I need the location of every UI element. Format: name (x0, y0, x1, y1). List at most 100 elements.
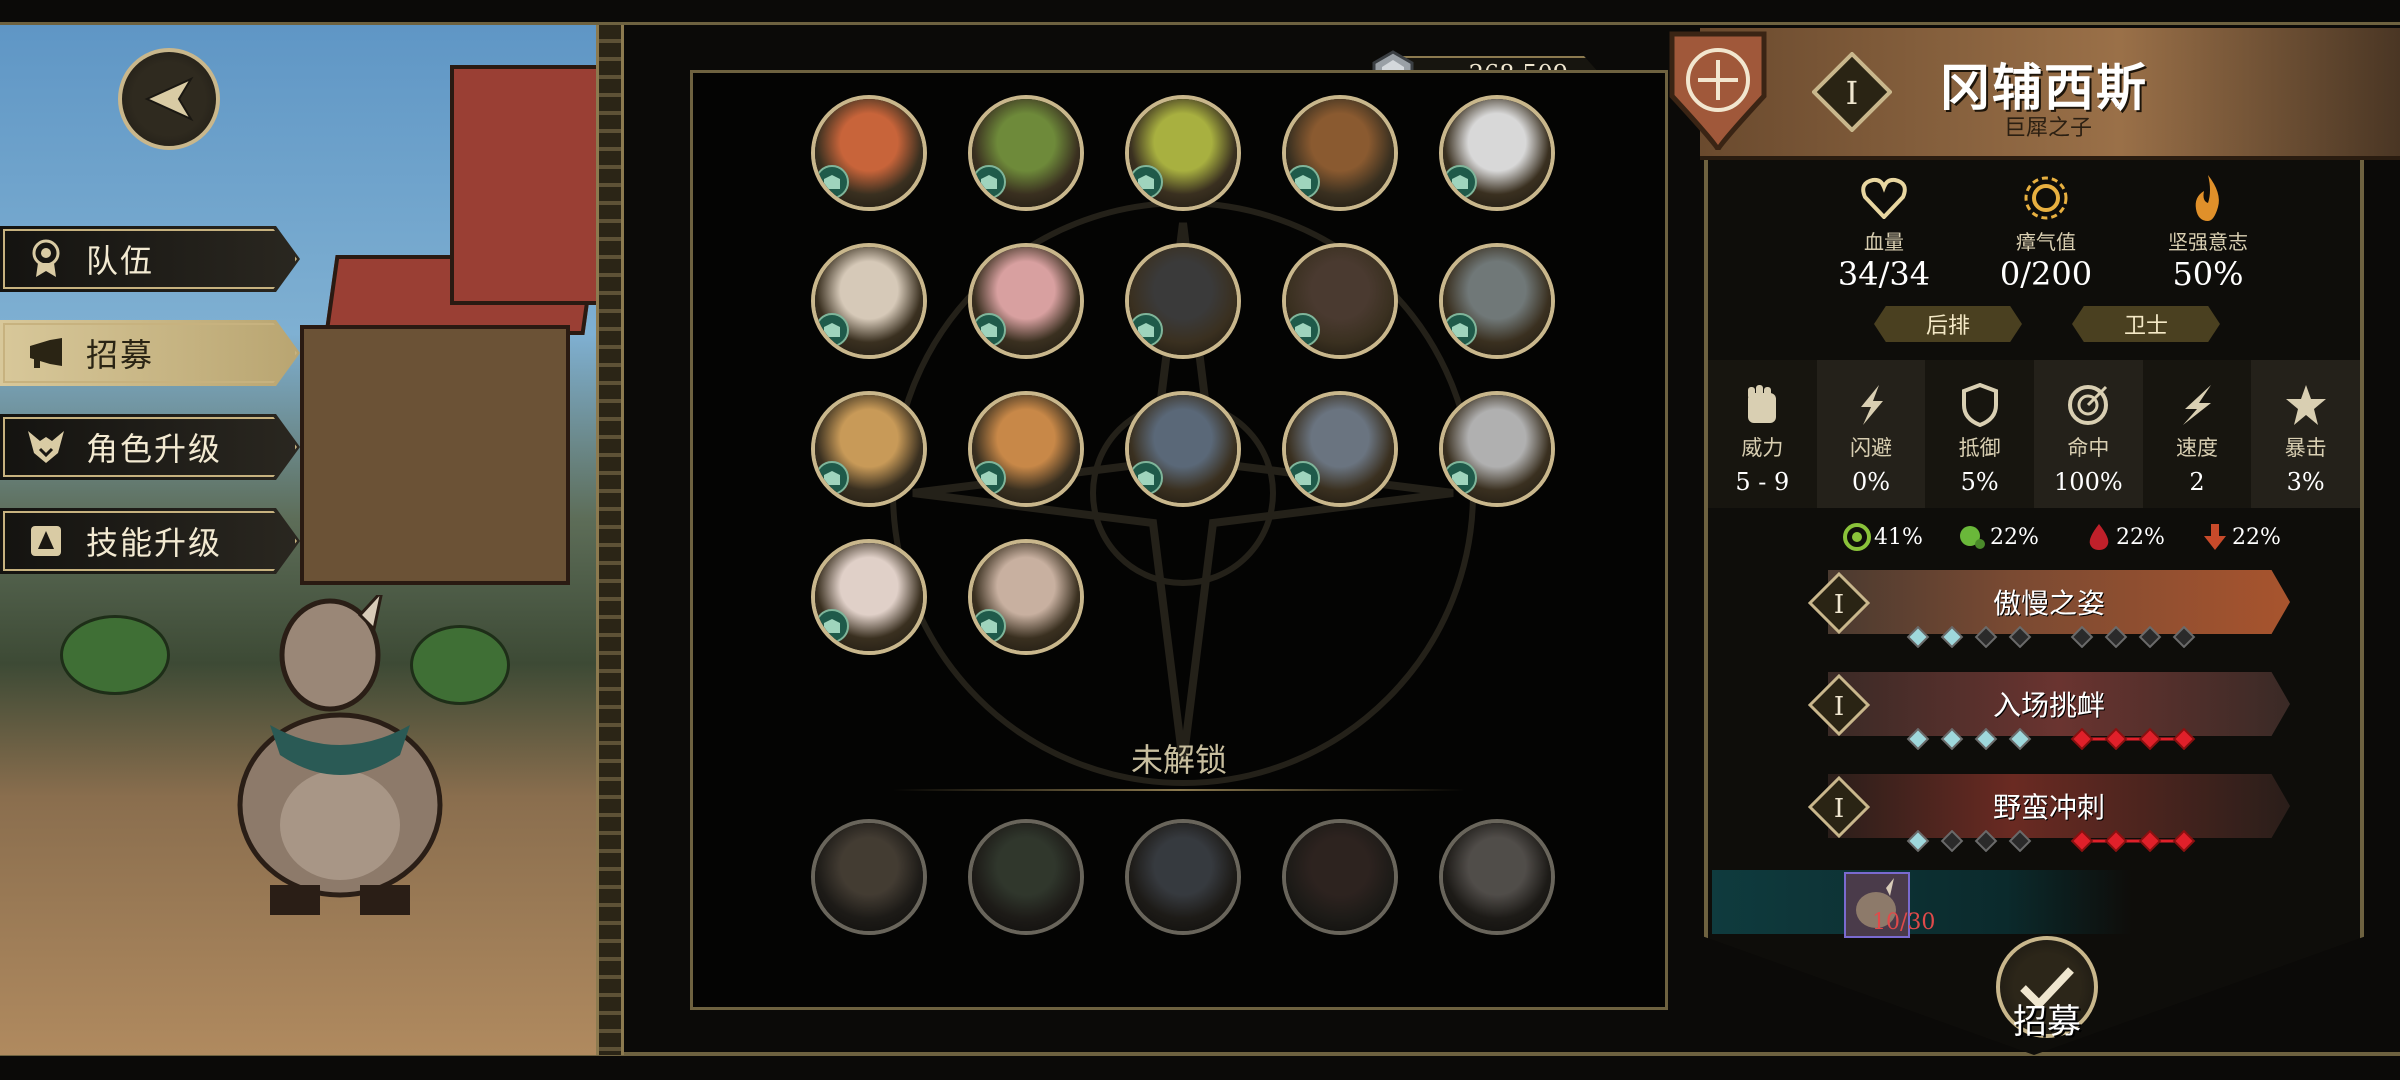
portrait-beret-dog[interactable] (968, 391, 1084, 507)
rosette-icon (26, 239, 66, 279)
rhino-character (237, 595, 443, 915)
recruit-button-label[interactable]: 招募 (1996, 994, 2098, 1043)
unit-count-total: /30 (1900, 910, 1936, 935)
poison-resist-icon (1958, 522, 1988, 552)
stat-hp-value: 34/34 (1837, 255, 1931, 293)
attribute-value: 100% (2054, 468, 2123, 496)
fox-emblem-icon (26, 427, 66, 467)
portrait-lizard[interactable] (968, 95, 1084, 211)
portrait-goggle-mouse[interactable] (811, 391, 927, 507)
target-pip-active (2104, 830, 2128, 852)
attribute-value: 3% (2286, 468, 2325, 496)
target-icon (2034, 382, 2143, 428)
shield-icon (1925, 382, 2034, 428)
attribute-crit: 暴击 3% (2251, 360, 2361, 508)
stat-stress: 瘴气值 0/200 (1966, 170, 2126, 293)
resistance-value: 22% (2116, 524, 2165, 550)
portrait-pig-rogue[interactable] (968, 243, 1084, 359)
back-arrow-icon (144, 76, 194, 122)
recruitable-badge-icon (815, 165, 849, 199)
recruitable-badge-icon (1443, 461, 1477, 495)
crit-star-icon (2251, 382, 2360, 428)
role-tag-class: 卫士 (2072, 306, 2220, 342)
stat-resolve: 坚强意志 50% (2128, 170, 2288, 293)
recruitable-badge-icon (1286, 165, 1320, 199)
roster-panel: 未解锁 (690, 70, 1668, 1010)
locked-section-divider (893, 789, 1465, 791)
recruitable-badge-icon (1443, 165, 1477, 199)
skill-slot-2[interactable]: I 入场挑衅 (1808, 666, 2290, 750)
back-button[interactable] (118, 48, 220, 150)
target-pip-active (2138, 830, 2162, 852)
menu-item-character-upgrade[interactable]: 角色升级 (0, 414, 300, 480)
rank-diamond-icon: I (1812, 52, 1892, 132)
portrait-gray-rat[interactable] (1439, 243, 1555, 359)
menu-item-recruit[interactable]: 招募 (0, 320, 300, 386)
portrait-crow-warrior[interactable] (1282, 819, 1398, 935)
target-pip-inactive (2070, 626, 2094, 648)
portrait-dark-wolf[interactable] (1282, 243, 1398, 359)
skill-name: 入场挑衅 (1992, 689, 2105, 722)
recruitable-badge-icon (1129, 461, 1163, 495)
target-pip-active (2070, 830, 2094, 852)
skill-position-pips (1906, 830, 2196, 852)
portrait-knight-duck[interactable] (811, 243, 927, 359)
recruitable-badge-icon (815, 461, 849, 495)
target-pip-active (2070, 728, 2094, 750)
bleed-resist-icon (2084, 522, 2114, 552)
portrait-rhino-knight[interactable] (1125, 819, 1241, 935)
menu-item-team[interactable]: 队伍 (0, 226, 300, 292)
portrait-armored-rat[interactable] (1125, 391, 1241, 507)
scene-divider (596, 25, 624, 1055)
stat-resolve-value: 50% (2172, 255, 2244, 293)
attribute-dodge: 闪避 0% (1816, 360, 1926, 508)
rank-pip-inactive (2008, 626, 2032, 648)
stun-resist-icon (1842, 522, 1872, 552)
recruitable-badge-icon (972, 165, 1006, 199)
attribute-label: 抵御 (1958, 436, 2001, 460)
skill-slot-1[interactable]: I 傲慢之姿 (1808, 564, 2290, 648)
recruitable-badge-icon (1443, 313, 1477, 347)
rhino-knight-face (1129, 823, 1237, 931)
skill-slot-3[interactable]: I 野蛮冲刺 (1808, 768, 2290, 852)
flame-icon (2128, 170, 2288, 226)
portrait-owl[interactable] (1282, 391, 1398, 507)
house-wall (300, 325, 570, 585)
fist-icon (1708, 382, 1817, 428)
portrait-rhino[interactable] (1439, 819, 1555, 935)
portrait-witch-rat[interactable] (968, 819, 1084, 935)
rank-numeral: I (1846, 74, 1859, 112)
portrait-hat-mole[interactable] (811, 819, 927, 935)
portrait-fox[interactable] (811, 95, 927, 211)
target-pip-active (2172, 830, 2196, 852)
portrait-black-cat[interactable] (1125, 243, 1241, 359)
portrait-monocle-rat[interactable] (1439, 391, 1555, 507)
rank-pip-inactive (1940, 830, 1964, 852)
portrait-bear-guard[interactable] (1282, 95, 1398, 211)
portrait-jester-frog[interactable] (1125, 95, 1241, 211)
stat-resolve-label: 坚强意志 (2168, 230, 2248, 254)
rank-pip-active (1940, 626, 1964, 648)
menu-item-label: 队伍 (86, 242, 155, 280)
attribute-power: 威力 5 - 9 (1708, 360, 1817, 508)
stat-hp: 血量 34/34 (1804, 170, 1964, 293)
resistance-stun: 41% (1842, 522, 1923, 552)
bush (60, 615, 170, 695)
portrait-masked-raccoon[interactable] (1439, 95, 1555, 211)
rank-pip-active (1906, 830, 1930, 852)
witch-rat-face (972, 823, 1080, 931)
attribute-protection: 抵御 5% (1925, 360, 2035, 508)
attribute-value: 5 - 9 (1735, 468, 1790, 496)
class-crest-icon (1669, 31, 1767, 151)
menu-item-skill-upgrade[interactable]: 技能升级 (0, 508, 300, 574)
attribute-accuracy: 命中 100% (2034, 360, 2143, 508)
skill-position-pips (1906, 728, 2196, 750)
portrait-captain-mouse[interactable] (968, 539, 1084, 655)
target-pip-active (2138, 728, 2162, 750)
rank-pip-active (1906, 626, 1930, 648)
stat-hp-label: 血量 (1864, 230, 1904, 254)
portrait-pale-pig[interactable] (811, 539, 927, 655)
recruitable-badge-icon (972, 609, 1006, 643)
unit-count: 10/30 (1872, 910, 1935, 935)
hat-mole-face (815, 823, 923, 931)
